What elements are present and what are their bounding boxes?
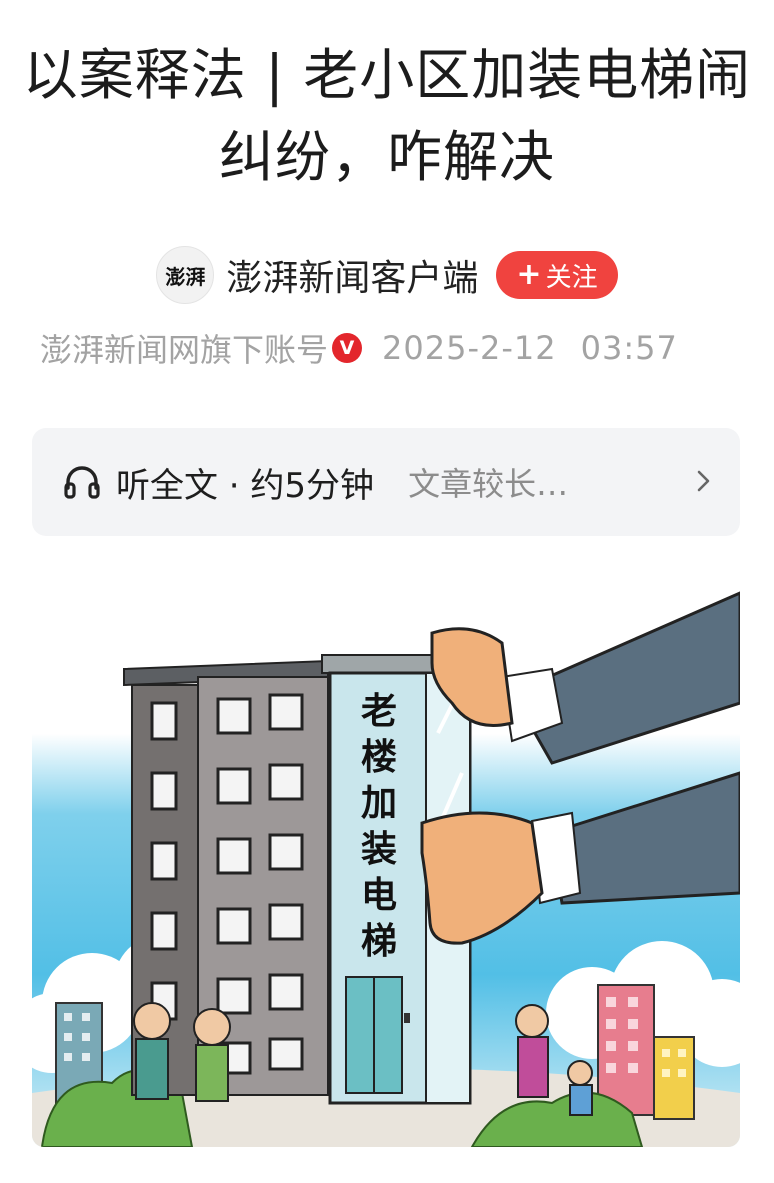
account-affiliation: 澎湃新闻网旗下账号 xyxy=(40,331,329,369)
article-length-hint: 文章较长… xyxy=(408,465,569,503)
follow-button[interactable]: + 关注 xyxy=(496,251,618,299)
sign-char: 电 xyxy=(361,875,397,916)
article-meta: 澎湃新闻网旗下账号 V 2025-2-12 03:57 xyxy=(40,326,678,370)
source-avatar[interactable]: 澎湃 xyxy=(156,246,215,304)
verified-badge-icon: V xyxy=(332,333,363,363)
listen-label: 听全文 · 约5分钟 xyxy=(116,465,375,506)
author-row: 澎湃 澎湃新闻客户端 + 关注 xyxy=(0,246,774,304)
follow-label: 关注 xyxy=(545,262,598,293)
sign-char: 装 xyxy=(361,829,397,870)
publish-date: 2025-2-12 xyxy=(382,329,557,367)
source-name[interactable]: 澎湃新闻客户端 xyxy=(226,249,478,301)
sign-char: 楼 xyxy=(361,737,397,778)
publish-time: 03:57 xyxy=(580,329,678,367)
listen-audio-bar[interactable]: 听全文 · 约5分钟 文章较长… xyxy=(32,428,740,536)
chevron-right-icon[interactable] xyxy=(694,464,714,498)
article-title: 以案释法 | 老小区加装电梯闹纠纷，咋解决 xyxy=(22,43,752,189)
plus-icon: + xyxy=(516,257,542,292)
sign-char: 加 xyxy=(361,783,397,824)
sign-char: 梯 xyxy=(361,921,397,962)
sign-char: 老 xyxy=(361,691,397,732)
headphones-icon xyxy=(62,462,102,502)
cover-illustration[interactable]: 老 楼 加 装 电 梯 xyxy=(32,573,740,1147)
